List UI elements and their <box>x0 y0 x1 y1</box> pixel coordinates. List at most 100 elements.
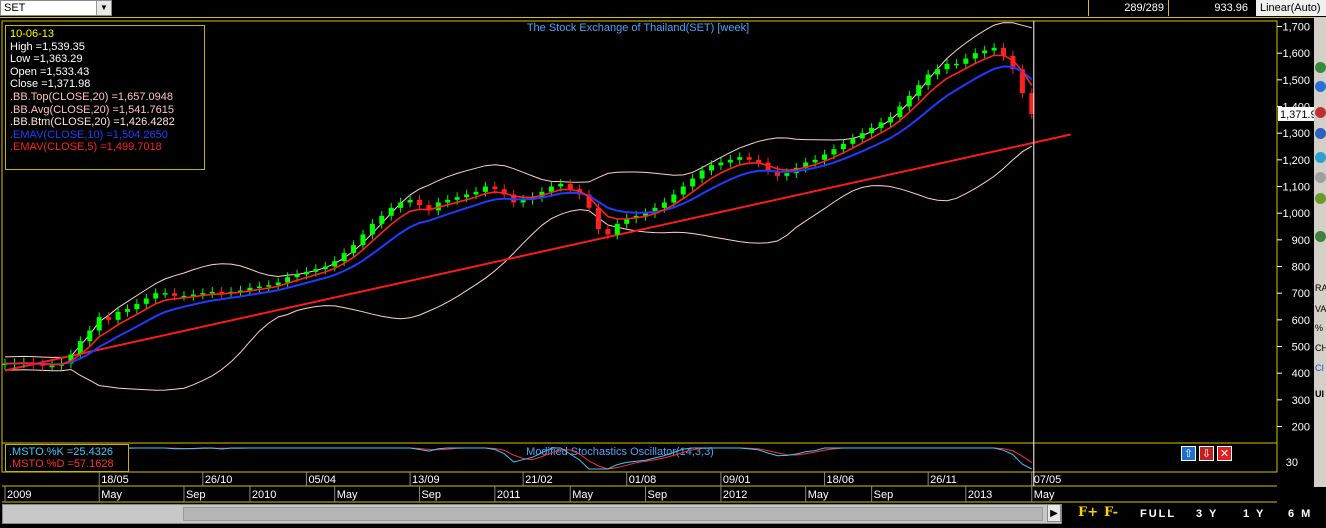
time-scrollbar[interactable] <box>2 504 1062 524</box>
tool-icon[interactable] <box>1315 231 1326 242</box>
tool-icon[interactable] <box>1315 128 1326 139</box>
candle-body <box>718 162 724 166</box>
time-label-top: 05/04 <box>308 474 336 486</box>
tool-icon[interactable] <box>1315 107 1326 118</box>
candle-body <box>172 293 178 296</box>
time-label-bottom: 2009 <box>7 489 31 501</box>
candle-body <box>746 157 752 160</box>
msto-k-line <box>4 447 1033 470</box>
candle-body <box>106 317 112 320</box>
candle-body <box>134 303 140 310</box>
candle-body <box>256 286 262 288</box>
candle-body <box>162 293 168 295</box>
time-label-top: 18/06 <box>827 474 855 486</box>
legend-emav10: .EMAV(CLOSE,10) =1,504.2650 <box>10 128 168 141</box>
legend-bb-avg: .BB.Avg(CLOSE,20) =1,541.7615 <box>10 103 174 116</box>
candle-body <box>313 269 319 272</box>
candle-body <box>445 199 451 203</box>
side-label: RA <box>1315 283 1326 293</box>
candle-body <box>661 202 667 208</box>
top-toolbar: SET ▼ 289/289 933.96 Linear(Auto) <box>0 0 1326 18</box>
candle-body <box>869 127 875 134</box>
close-icon[interactable]: ✕ <box>1217 446 1232 461</box>
scale-mode-select[interactable]: Linear(Auto) <box>1256 0 1326 16</box>
candle-body <box>727 159 733 163</box>
price-tick-label: 200 <box>1292 422 1310 434</box>
side-panel: RA VA % CH CI UI <box>1314 17 1326 487</box>
tool-icon[interactable] <box>1315 172 1326 183</box>
price-tick-label: 600 <box>1292 315 1310 327</box>
price-tick-label: 1,100 <box>1282 182 1310 194</box>
candle-body <box>859 133 865 139</box>
zoom-out-button[interactable]: F- <box>1104 505 1118 520</box>
bar-count: 289/289 <box>1088 0 1168 16</box>
price-tick-label: 1,600 <box>1282 48 1310 60</box>
candle-body <box>473 191 479 195</box>
range-full-button[interactable]: FULL <box>1140 505 1176 523</box>
price-tick-label: 800 <box>1292 262 1310 274</box>
candle-body <box>341 253 347 262</box>
time-label-bottom: Sep <box>421 489 441 501</box>
tool-icon[interactable] <box>1315 81 1326 92</box>
price-axis: 200 300 400 500 600 700 800 900 1,000 1,100 1,200 1… <box>1277 22 1314 434</box>
legend-msto-d: .MSTO.%D =57.1628 <box>9 458 114 470</box>
candle-body <box>322 266 328 270</box>
candle-body <box>737 157 743 160</box>
chevron-down-icon[interactable]: ▼ <box>96 1 111 15</box>
symbol-value: SET <box>4 2 26 14</box>
tool-icon[interactable] <box>1315 62 1326 73</box>
time-label-top: 09/01 <box>723 474 751 486</box>
candle-body <box>690 178 696 187</box>
range-3y-button[interactable]: 3 Y <box>1196 505 1218 523</box>
time-label-bottom: May <box>808 489 829 501</box>
candle-body <box>96 317 102 331</box>
side-label: CI <box>1315 363 1324 373</box>
scroll-right-arrow-icon[interactable]: ▶ <box>1047 504 1061 522</box>
time-label-bottom: Sep <box>874 489 894 501</box>
price-tick-label: 1,200 <box>1282 155 1310 167</box>
candle-body <box>850 138 856 144</box>
candle-body <box>407 199 413 203</box>
candle-body <box>548 186 554 192</box>
scrollbar-thumb[interactable] <box>183 507 1043 521</box>
zoom-in-button[interactable]: F+ <box>1078 505 1098 520</box>
legend-high: High =1,539.35 <box>10 40 85 53</box>
candle-body <box>680 186 686 195</box>
bottom-toolbar: ▶ F+ F- FULL 3 Y 1 Y 6 M <box>0 503 1326 528</box>
time-label-bottom: May <box>101 489 122 501</box>
candle-body <box>379 215 385 224</box>
symbol-select[interactable]: SET ▼ <box>0 0 112 16</box>
time-label-bottom: Sep <box>186 489 206 501</box>
candle-body <box>614 223 620 235</box>
oscillator-tick-label: 30 <box>1286 457 1298 469</box>
candle-body <box>878 122 884 128</box>
legend-low: Low =1,363.29 <box>10 53 83 66</box>
time-label-bottom: 2010 <box>252 489 276 501</box>
candle-body <box>351 245 357 254</box>
price-tick-label: 1,700 <box>1282 22 1310 34</box>
tool-icon[interactable] <box>1315 193 1326 204</box>
range-6m-button[interactable]: 6 M <box>1288 505 1312 523</box>
last-price-label: 1,371.98 <box>1280 109 1314 121</box>
time-label-bottom: 2011 <box>497 489 521 501</box>
candle-body <box>416 199 422 206</box>
candle-body <box>294 274 300 278</box>
time-label-bottom: May <box>572 489 593 501</box>
candle-body <box>916 85 922 96</box>
tool-icon[interactable] <box>1315 152 1326 163</box>
candle-body <box>935 69 941 75</box>
msto-d-line <box>4 447 1033 470</box>
candle-body <box>784 173 790 176</box>
candle-body <box>897 106 903 118</box>
candle-body <box>925 74 931 86</box>
time-label-bottom: 2013 <box>968 489 992 501</box>
candle-body <box>887 117 893 123</box>
down-arrow-icon[interactable]: ⇩ <box>1199 446 1214 461</box>
candle-body <box>812 159 818 163</box>
up-arrow-icon[interactable]: ⇧ <box>1181 446 1196 461</box>
candle-body <box>492 186 498 190</box>
candle-body <box>605 229 611 235</box>
range-1y-button[interactable]: 1 Y <box>1243 505 1265 523</box>
candle-body <box>369 223 375 235</box>
candle-body <box>963 58 969 64</box>
